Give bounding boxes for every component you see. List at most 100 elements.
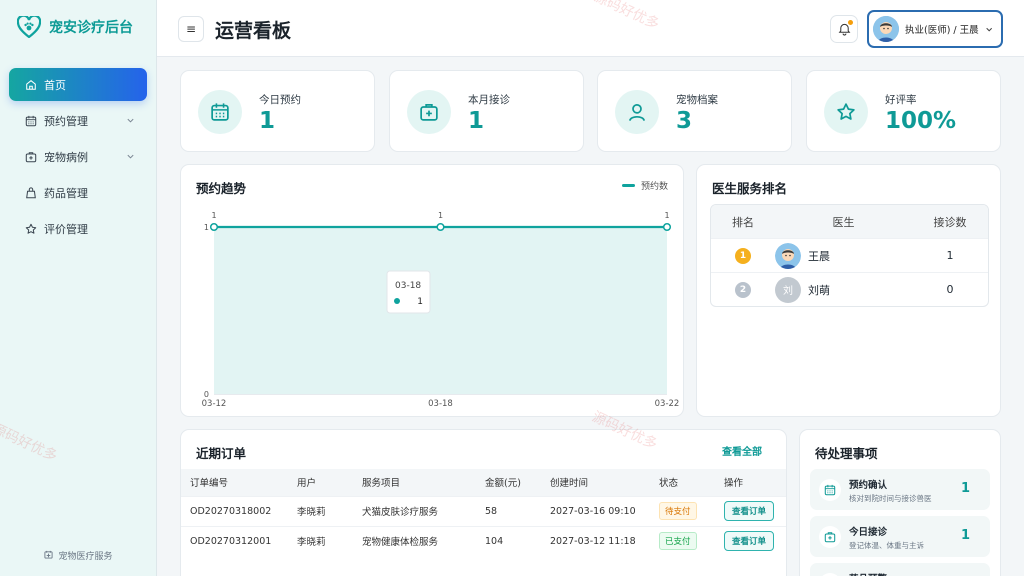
- user-icon: [615, 90, 659, 134]
- order-id: OD20270312001: [181, 525, 288, 556]
- sidebar-item-label: 评价管理: [44, 222, 88, 236]
- stat-label: 宠物档案: [676, 94, 718, 106]
- chevron-down-icon: [127, 118, 134, 123]
- ranking-row: 1 王晨 1: [711, 238, 988, 272]
- col-count: 接诊数: [933, 215, 967, 229]
- menu-toggle-button[interactable]: ≡: [178, 16, 204, 42]
- footer-text: 宠物医疗服务: [58, 552, 113, 562]
- order-row: OD20270318002 李晓莉 犬猫皮肤诊疗服务 58 2027-03-16 09:…: [181, 495, 786, 526]
- orders-column-header: 状态: [650, 469, 715, 496]
- user-avatar: [873, 16, 899, 42]
- data-label: 1: [664, 211, 669, 220]
- data-label: 1: [438, 211, 443, 220]
- notification-dot: [848, 20, 853, 25]
- order-time: 2027-03-12 11:18: [541, 525, 650, 556]
- todo-item-count: 1: [960, 481, 970, 496]
- orders-column-header: 订单编号: [181, 469, 288, 496]
- todo-item[interactable]: 预约确认核对到院时间与接诊兽医 1: [810, 469, 990, 510]
- status-badge: 已支付: [659, 532, 697, 551]
- doctor-name: 王晨: [808, 249, 830, 263]
- orders-column-header: 金额(元): [476, 469, 541, 496]
- app-name: 宠安诊疗后台: [49, 20, 133, 36]
- footer-icon: [44, 550, 54, 562]
- calendar-icon: [819, 479, 841, 501]
- todo-item-subtitle: 核对到院时间与接诊兽医: [849, 494, 932, 503]
- medicine-bag-icon: [25, 186, 37, 199]
- sidebar-item-2[interactable]: 宠物病例: [9, 140, 147, 173]
- calendar-icon: [25, 115, 37, 127]
- doctor-avatar: [775, 242, 801, 269]
- orders-column-header: 用户: [288, 469, 353, 496]
- sidebar-nav: 首页预约管理宠物病例药品管理评价管理: [9, 68, 147, 248]
- orders-card: 近期订单 查看全部 订单编号 用户 服务项目 金额(元) 创建时间 状态 操作 OD2027…: [180, 429, 787, 576]
- order-service: 犬猫皮肤诊疗服务: [353, 495, 476, 526]
- medical-kit-icon: [819, 526, 841, 548]
- y-tick-label: 0: [204, 390, 209, 399]
- stat-value: 3: [676, 108, 693, 134]
- tooltip-date: 03-18: [395, 281, 421, 291]
- ranking-table: 排名 医生 接诊数 1 王晨 1 2 刘刘萌 0: [710, 204, 989, 307]
- orders-title: 近期订单: [196, 446, 247, 461]
- user-menu[interactable]: 执业(医师) / 王晨: [867, 10, 1003, 48]
- notification-button[interactable]: [830, 15, 858, 43]
- medical-kit-icon: [407, 90, 451, 134]
- brand[interactable]: 宠安诊疗后台: [16, 14, 133, 40]
- area-fill: [214, 227, 667, 394]
- sidebar: 宠安诊疗后台 首页预约管理宠物病例药品管理评价管理 宠物医疗服务: [0, 0, 157, 576]
- chevron-down-icon: [127, 154, 134, 159]
- orders-column-header: 创建时间: [541, 469, 650, 496]
- todo-item-count: 1: [960, 528, 970, 543]
- data-point: [662, 222, 672, 232]
- ranking-title: 医生服务排名: [712, 181, 788, 196]
- todo-item-subtitle: 登记体温、体重与主诉: [849, 541, 924, 550]
- todo-card: 待处理事项 预约确认核对到院时间与接诊兽医 1 今日接诊登记体温、体重与主诉 1 药品预…: [799, 429, 1001, 576]
- col-doctor: 医生: [832, 215, 855, 229]
- stat-value: 1: [468, 108, 485, 134]
- user-name: 执业(医师) / 王晨: [905, 25, 979, 36]
- order-id: OD20270318002: [181, 495, 288, 526]
- status-badge: 待支付: [659, 502, 697, 520]
- trend-chart: 1 1 10103-12 03-18 03-2203-181: [202, 211, 680, 409]
- order-user: 李晓莉: [288, 495, 353, 526]
- sidebar-item-0[interactable]: 首页: [9, 68, 147, 101]
- sidebar-item-4[interactable]: 评价管理: [9, 212, 147, 245]
- chevron-down-icon: [985, 27, 992, 31]
- sidebar-item-label: 预约管理: [44, 114, 88, 128]
- data-label: 1: [211, 211, 216, 220]
- view-order-button[interactable]: 查看订单: [724, 531, 775, 552]
- todo-item-title: 今日接诊: [849, 527, 888, 538]
- consult-count: 1: [946, 249, 954, 262]
- rank-badge: 1: [735, 247, 751, 264]
- sidebar-footer: 宠物医疗服务: [0, 549, 157, 562]
- order-amount: 58: [476, 495, 541, 526]
- order-service: 宠物健康体检服务: [353, 525, 476, 556]
- trend-card: 预约趋势 预约数 1 1 1 0 1 03-12 03-18 03-22 03-18 1: [180, 164, 684, 417]
- stat-label: 好评率: [885, 94, 917, 106]
- order-row: OD20270312001 李晓莉 宠物健康体检服务 104 2027-03-12 11…: [181, 525, 786, 556]
- orders-column-header: 操作: [715, 469, 786, 496]
- todo-item[interactable]: 药品预警: [810, 563, 990, 576]
- rank-badge: 2: [735, 281, 751, 298]
- x-tick-label: 03-22: [655, 399, 680, 409]
- stat-value: 1: [259, 108, 276, 134]
- todo-item-title: 预约确认: [849, 480, 888, 491]
- stat-card: 本月接诊 1: [389, 70, 584, 152]
- stat-card: 宠物档案 3: [597, 70, 792, 152]
- sidebar-item-label: 首页: [44, 78, 66, 92]
- sidebar-item-label: 药品管理: [44, 186, 88, 200]
- view-all-link[interactable]: 查看全部: [722, 443, 762, 458]
- orders-column-header: 服务项目: [353, 469, 476, 496]
- view-order-button[interactable]: 查看订单: [724, 501, 775, 521]
- stat-card: 好评率 100%: [806, 70, 1001, 152]
- stat-card: 今日预约 1: [180, 70, 375, 152]
- paw-heart-logo-icon: [16, 14, 42, 40]
- stat-value: 100%: [885, 108, 957, 134]
- sidebar-item-3[interactable]: 药品管理: [9, 176, 147, 209]
- data-point: [209, 222, 219, 232]
- star-icon: [824, 90, 868, 134]
- doctor-avatar: 刘: [775, 276, 801, 303]
- home-icon: [25, 79, 37, 91]
- stat-label: 今日预约: [259, 94, 301, 106]
- todo-item[interactable]: 今日接诊登记体温、体重与主诉 1: [810, 516, 990, 557]
- sidebar-item-1[interactable]: 预约管理: [9, 104, 147, 137]
